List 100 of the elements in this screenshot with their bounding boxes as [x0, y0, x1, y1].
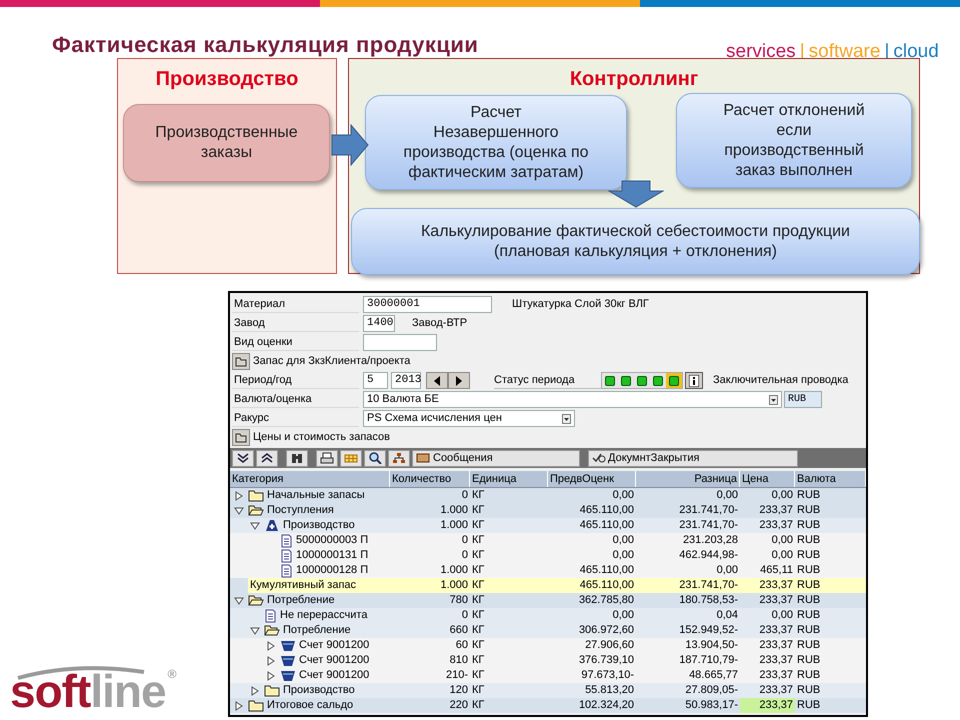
- table-cell: 1000000128 П: [296, 563, 368, 578]
- table-cell-text: 231.203,28: [682, 533, 739, 548]
- table-cell-text: КГ: [471, 668, 486, 683]
- collapsed-arrow-icon[interactable]: [265, 670, 277, 682]
- table-cell-text: 1.000: [439, 563, 469, 578]
- table-cell-text: 362.785,80: [578, 593, 635, 608]
- expanded-arrow-icon[interactable]: [249, 520, 261, 532]
- currency-field[interactable]: RUB: [784, 391, 822, 408]
- table-cell-text: RUB: [796, 653, 822, 668]
- messages-button[interactable]: Сообщения: [412, 450, 580, 466]
- bucket-icon: [280, 639, 296, 652]
- table-cell-text: RUB: [796, 518, 822, 533]
- column-header[interactable]: Цена: [740, 471, 795, 487]
- column-header[interactable]: Количество: [390, 471, 470, 487]
- table-cell-text: RUB: [796, 608, 822, 623]
- input-field[interactable]: 30000001: [363, 296, 492, 313]
- column-header[interactable]: ПредвОценк: [548, 471, 636, 487]
- table-cell-text: RUB: [796, 548, 822, 563]
- dropdown-field[interactable]: 10 Валюта БЕ: [363, 391, 782, 408]
- table-cell-text: 1.000: [439, 578, 469, 593]
- collapsed-arrow-icon[interactable]: [265, 640, 277, 652]
- table-cell-text: КГ: [471, 518, 486, 533]
- column-header[interactable]: Единица: [470, 471, 548, 487]
- column-header[interactable]: Разница: [636, 471, 740, 487]
- binoculars-icon[interactable]: [286, 450, 308, 466]
- input-field[interactable]: 1400: [363, 315, 395, 332]
- collapsed-arrow-icon[interactable]: [233, 490, 245, 502]
- folder-icon[interactable]: [232, 353, 250, 370]
- table-cell-text: КГ: [471, 503, 486, 518]
- folder-icon[interactable]: [232, 429, 250, 446]
- table-cell-text: 233,37: [758, 503, 794, 518]
- table-cell-text: RUB: [796, 533, 822, 548]
- closing-status-text: Заключительная проводка: [713, 373, 848, 388]
- table-cell-text: RUB: [796, 698, 822, 713]
- plant-description: Завод-ВТР: [412, 316, 468, 332]
- table-cell-text: 152.949,52-: [678, 623, 739, 638]
- table-cell-text: 0,00: [716, 488, 739, 503]
- table-cell-text: КГ: [471, 608, 486, 623]
- expanded-arrow-icon[interactable]: [233, 504, 245, 516]
- table-cell: Потребление: [267, 593, 335, 608]
- flow-arrow: [331, 124, 369, 166]
- table-cell-text: КГ: [471, 683, 486, 698]
- chevron-down-icon[interactable]: [232, 450, 254, 466]
- input-field[interactable]: 2013: [391, 372, 421, 389]
- info-icon[interactable]: [685, 372, 703, 389]
- table-cell: Потребление: [283, 623, 351, 638]
- table-cell-text: 48.665,77: [688, 668, 739, 683]
- tagline-text: cloud: [893, 40, 939, 64]
- table-cell-text: 0,04: [716, 608, 739, 623]
- collapsed-arrow-icon[interactable]: [233, 700, 245, 712]
- folder-open-icon: [248, 504, 264, 517]
- table-cell-text: 233,37: [758, 518, 794, 533]
- table-cell-text: 55.813,20: [584, 683, 635, 698]
- table-cell-text: 0,00: [770, 488, 794, 503]
- field-label: Завод: [232, 315, 359, 332]
- table-cell-text: 0,00: [612, 608, 635, 623]
- table-cell-text: 233,37: [758, 683, 794, 698]
- table-cell: Поступления: [267, 503, 334, 518]
- column-header[interactable]: Категория: [230, 471, 390, 487]
- column-header[interactable]: Валюта: [795, 471, 866, 487]
- input-field[interactable]: [363, 334, 437, 351]
- table-cell-text: КГ: [471, 578, 486, 593]
- table-cell-text: 0,00: [770, 608, 794, 623]
- expanded-arrow-icon[interactable]: [233, 594, 245, 606]
- tagline-text: software: [808, 40, 880, 64]
- slide-title: Фактическая калькуляция продукции: [52, 31, 478, 59]
- table-cell-text: RUB: [796, 623, 822, 638]
- collapsed-arrow-icon[interactable]: [249, 684, 261, 696]
- hierarchy-icon[interactable]: [388, 450, 410, 466]
- table-cell-text: 0,00: [612, 488, 635, 503]
- layout-icon[interactable]: [340, 450, 362, 466]
- table-cell-text: 306.972,60: [578, 623, 635, 638]
- table-cell-text: 465.110,00: [578, 578, 635, 593]
- table-cell-text: RUB: [796, 668, 822, 683]
- table-cell-text: 233,37: [758, 653, 794, 668]
- table-cell-text: 0,00: [770, 533, 794, 548]
- expanded-arrow-icon[interactable]: [249, 624, 261, 636]
- closing-document-button[interactable]: ДокумнтЗакрытия: [588, 450, 798, 466]
- table-cell-text: 27.906,60: [584, 638, 635, 653]
- dropdown-field[interactable]: PS Схема исчисления цен: [363, 410, 575, 427]
- table-cell-text: 233,37: [758, 578, 794, 593]
- search-icon[interactable]: [364, 450, 386, 466]
- triangle-icon: [264, 519, 280, 532]
- printer-icon[interactable]: [316, 450, 338, 466]
- collapsed-arrow-icon[interactable]: [265, 654, 277, 666]
- table-cell-text: 231.741,70-: [678, 503, 739, 518]
- table-cell-text: 231.741,70-: [678, 578, 739, 593]
- table-cell: Кумулятивный запас: [250, 578, 356, 593]
- table-cell-text: 233,37: [758, 623, 794, 638]
- flow-arrow: [608, 180, 664, 208]
- table-cell-text: 233,37: [758, 638, 794, 653]
- input-field[interactable]: 5: [363, 372, 388, 389]
- process-node: Расчет отклонений если производственный заказ выполнен: [676, 93, 912, 188]
- table-cell: Начальные запасы: [267, 488, 365, 503]
- panel-title: Контроллинг: [568, 67, 700, 92]
- table-cell-text: 462.944,98-: [678, 548, 739, 563]
- chevron-up-icon[interactable]: [256, 450, 278, 466]
- table-cell: Счет 9001200: [299, 668, 370, 683]
- table-cell-text: 180.758,53-: [678, 593, 739, 608]
- table-cell-text: КГ: [471, 653, 486, 668]
